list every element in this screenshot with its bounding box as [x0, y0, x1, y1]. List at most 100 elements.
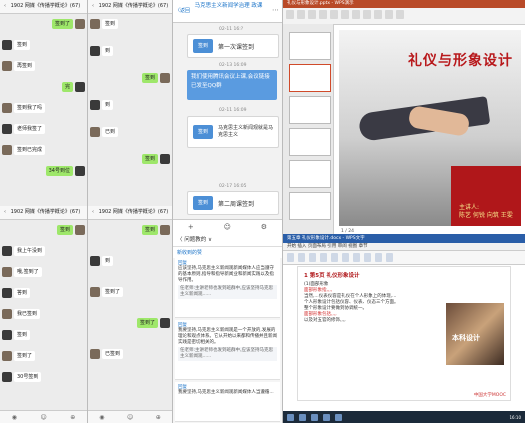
voice-icon[interactable]: ◉ [99, 414, 104, 421]
browser-icon[interactable] [311, 413, 318, 421]
notice-card[interactable]: 我们使用腾讯会议上课,会议链接已发至QQ群 [187, 70, 277, 100]
chat-header: ‹ 1902 网媒《传播学概论》(67) [88, 206, 172, 220]
avatar[interactable] [75, 82, 85, 92]
discussion-post[interactable]: 回复 我要坚持,马克思主义新闻观是一个开放的,发展的理论和观点体系。它从开始以来… [175, 320, 280, 380]
search-icon[interactable] [299, 413, 306, 421]
paste-icon[interactable] [286, 10, 294, 19]
slide-thumbnail[interactable] [289, 64, 331, 92]
more-icon[interactable]: ⋯ [272, 6, 279, 14]
italic-icon[interactable] [363, 10, 371, 19]
back-icon[interactable]: ‹ [4, 3, 6, 9]
chat-input-bar[interactable]: ◉ ☺ ⊕ [88, 410, 172, 423]
card-title: 第二周课签到 [218, 200, 255, 208]
folder-icon[interactable] [323, 413, 330, 421]
avatar[interactable] [2, 330, 12, 340]
avatar[interactable] [2, 61, 12, 71]
discussion-post[interactable]: 回复 我要坚持,马克思主义新闻观新闻媒体人当遵循... [175, 382, 280, 422]
underline-icon[interactable] [331, 253, 338, 262]
avatar[interactable] [2, 309, 12, 319]
slide-title: 礼仪与形象设计 [408, 53, 513, 69]
emoji-icon[interactable]: ☺ [40, 414, 46, 421]
avatar[interactable] [2, 288, 12, 298]
document-page[interactable]: 1 第5页 礼仪形象设计 (1)面部形象 面部形象指,,,, 当然,...仪表仪… [297, 266, 511, 401]
avatar[interactable] [75, 166, 85, 176]
avatar[interactable] [160, 225, 170, 235]
avatar[interactable] [2, 372, 12, 382]
chat-message: 老师我签了 [2, 124, 47, 134]
layout-icon[interactable] [330, 10, 338, 19]
avatar[interactable] [90, 19, 100, 29]
avatar[interactable] [160, 154, 170, 164]
avatar[interactable] [2, 351, 12, 361]
avatar[interactable] [75, 19, 85, 29]
chat-message: 我上午没到 [2, 246, 47, 256]
chat-input-bar[interactable]: ◉ ☺ ⊕ [0, 410, 87, 423]
message-bubble: 再签到 [14, 61, 36, 71]
avatar[interactable] [160, 318, 170, 328]
chat-message: 到 [90, 100, 115, 110]
plus-icon[interactable]: ⊕ [70, 414, 75, 421]
back-icon[interactable]: ‹ [4, 209, 6, 215]
font-icon[interactable] [341, 10, 349, 19]
discussion-post[interactable]: 回复 应该坚持,马克思主义新闻观新闻媒体人应当遵守的基本原则,指导和指导新闻业和… [175, 258, 280, 318]
likes-link[interactable]: 新收到的赞 [173, 247, 282, 258]
voice-icon[interactable]: ◉ [12, 414, 17, 421]
checkin-card[interactable]: 签到 第一次课签到 [187, 34, 279, 58]
avatar[interactable] [2, 246, 12, 256]
new-slide-icon[interactable] [319, 10, 327, 19]
avatar[interactable] [90, 349, 100, 359]
slide-thumbnail[interactable] [289, 160, 331, 188]
slide-thumbnail[interactable] [289, 32, 331, 60]
slide-thumbnail[interactable] [289, 192, 331, 220]
font-icon[interactable] [298, 253, 305, 262]
emoji-icon[interactable]: ☺ [127, 414, 133, 421]
align-icon[interactable] [374, 10, 382, 19]
avatar[interactable] [2, 40, 12, 50]
avatar[interactable] [90, 287, 100, 297]
color-icon[interactable] [342, 253, 349, 262]
emoji-icon[interactable]: ☺ [224, 223, 231, 231]
avatar[interactable] [90, 256, 100, 266]
post-text: 我要坚持,马克思主义新闻观是一个开放的,发展的理论和观点体系。它从开始以来都和传… [178, 328, 277, 345]
copy-icon[interactable] [308, 10, 316, 19]
paste-icon[interactable] [287, 253, 294, 262]
slide-canvas[interactable]: 礼仪与形象设计 主讲人: 陈艺 何锐 向筑 王雯 [339, 30, 521, 226]
checkin-card[interactable]: 签到 第二周课签到 [187, 191, 279, 215]
ribbon-tabs[interactable]: 开始 插入 页面布局 引用 审阅 视图 章节 [283, 243, 525, 251]
avatar[interactable] [2, 145, 12, 155]
list-icon[interactable] [364, 253, 371, 262]
checkin-card[interactable]: 签到 马克思主义新闻观就是马克思主义 [187, 116, 279, 148]
avatar[interactable] [2, 124, 12, 134]
slide-thumbnail[interactable] [289, 96, 331, 124]
back-icon[interactable]: ‹ [92, 209, 94, 215]
italic-icon[interactable] [320, 253, 327, 262]
wps-icon[interactable] [335, 413, 342, 421]
chat-window-left: ‹ 1902 网媒《传播学概论》(67) 签到了 签到 再签到完签到我了吗 老师我签了… [0, 0, 88, 423]
slide-thumbnail[interactable] [289, 128, 331, 156]
settings-icon[interactable]: ⚙ [261, 223, 267, 231]
plus-icon[interactable]: ⊕ [156, 414, 161, 421]
bold-icon[interactable] [352, 10, 360, 19]
cut-icon[interactable] [297, 10, 305, 19]
start-icon[interactable] [287, 413, 294, 421]
arrange-icon[interactable] [396, 10, 404, 19]
add-icon[interactable]: + [188, 223, 194, 231]
avatar[interactable] [90, 127, 100, 137]
checkin-badge: 签到 [193, 196, 213, 210]
back-icon[interactable]: ‹ [92, 3, 94, 9]
style-icon[interactable] [375, 253, 382, 262]
course-header: 〈返回 马克思主义新闻学治理 政课 ⋯ [173, 0, 282, 23]
back-button[interactable]: 〈返回 [175, 7, 190, 14]
shape-icon[interactable] [385, 10, 393, 19]
avatar[interactable] [90, 100, 100, 110]
avatar[interactable] [160, 73, 170, 83]
chat-message: 签到已完成 [2, 145, 47, 155]
align-icon[interactable] [353, 253, 360, 262]
bold-icon[interactable] [309, 253, 316, 262]
discussion-header[interactable]: 〈 问题教的 ∨ [173, 234, 282, 247]
avatar[interactable] [2, 103, 12, 113]
avatar[interactable] [2, 267, 12, 277]
avatar[interactable] [90, 46, 100, 56]
find-icon[interactable] [386, 253, 393, 262]
avatar[interactable] [75, 225, 85, 235]
